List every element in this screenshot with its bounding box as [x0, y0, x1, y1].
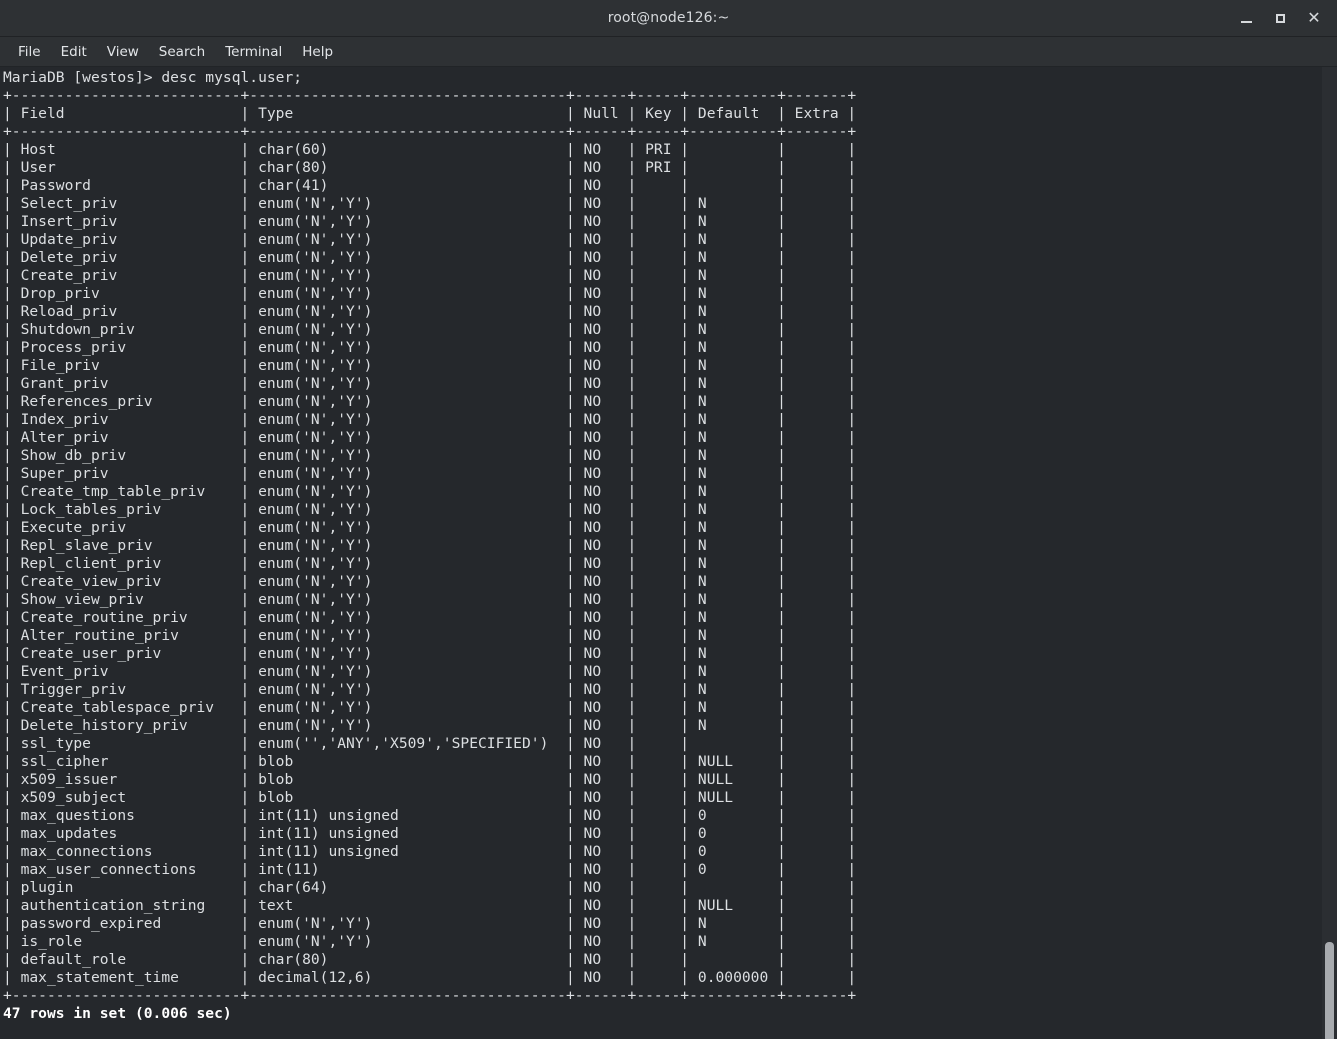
terminal-window: root@node126:~ ✕ File Edit View Search T… — [0, 0, 1337, 1039]
terminal-screen: MariaDB [westos]> desc mysql.user; +-----… — [3, 69, 1337, 1023]
table-row: | Show_view_priv | enum('N','Y') | NO | … — [3, 591, 857, 608]
menu-item-edit[interactable]: Edit — [51, 41, 97, 63]
table-row: | Create_priv | enum('N','Y') | NO | | N… — [3, 267, 857, 284]
table-row: | x509_issuer | blob | NO | | NULL | | — [3, 771, 857, 788]
menu-item-file[interactable]: File — [8, 41, 51, 63]
table-row: | Trigger_priv | enum('N','Y') | NO | | … — [3, 681, 857, 698]
table-row: | Alter_priv | enum('N','Y') | NO | | N … — [3, 429, 857, 446]
table-row: | max_questions | int(11) unsigned | NO … — [3, 807, 857, 824]
terminal-scrollbar[interactable] — [1322, 67, 1337, 1039]
table-row: | ssl_cipher | blob | NO | | NULL | | — [3, 753, 857, 770]
table-row: | ssl_type | enum('','ANY','X509','SPECI… — [3, 735, 857, 752]
table-row: | max_connections | int(11) unsigned | N… — [3, 843, 857, 860]
table-row: | Create_view_priv | enum('N','Y') | NO … — [3, 573, 857, 590]
table-row: | is_role | enum('N','Y') | NO | | N | | — [3, 933, 857, 950]
prompt-line: MariaDB [westos]> desc mysql.user; — [3, 69, 303, 86]
table-row: | File_priv | enum('N','Y') | NO | | N |… — [3, 357, 857, 374]
window-controls: ✕ — [1229, 0, 1331, 36]
table-row: | Delete_priv | enum('N','Y') | NO | | N… — [3, 249, 857, 266]
terminal-output-area[interactable]: MariaDB [westos]> desc mysql.user; +-----… — [0, 67, 1337, 1039]
table-row: | Grant_priv | enum('N','Y') | NO | | N … — [3, 375, 857, 392]
table-row: | x509_subject | blob | NO | | NULL | | — [3, 789, 857, 806]
table-border: +--------------------------+------------… — [3, 123, 857, 140]
table-row: | User | char(80) | NO | PRI | | | — [3, 159, 857, 176]
table-row: | Repl_slave_priv | enum('N','Y') | NO |… — [3, 537, 857, 554]
maximize-button[interactable] — [1263, 3, 1297, 33]
table-row: | Process_priv | enum('N','Y') | NO | | … — [3, 339, 857, 356]
table-row: | default_role | char(80) | NO | | | | — [3, 951, 857, 968]
table-row: | References_priv | enum('N','Y') | NO |… — [3, 393, 857, 410]
table-row: | Shutdown_priv | enum('N','Y') | NO | |… — [3, 321, 857, 338]
table-row: | Insert_priv | enum('N','Y') | NO | | N… — [3, 213, 857, 230]
table-row: | Lock_tables_priv | enum('N','Y') | NO … — [3, 501, 857, 518]
table-row: | plugin | char(64) | NO | | | | — [3, 879, 857, 896]
table-header-row: | Field | Type | Null | Key | Default | … — [3, 105, 857, 122]
table-border: +--------------------------+------------… — [3, 987, 857, 1004]
table-row: | Show_db_priv | enum('N','Y') | NO | | … — [3, 447, 857, 464]
table-row: | Super_priv | enum('N','Y') | NO | | N … — [3, 465, 857, 482]
table-row: | max_user_connections | int(11) | NO | … — [3, 861, 857, 878]
table-row: | Execute_priv | enum('N','Y') | NO | | … — [3, 519, 857, 536]
table-row: | Select_priv | enum('N','Y') | NO | | N… — [3, 195, 857, 212]
menu-item-search[interactable]: Search — [149, 41, 215, 63]
table-row: | Create_tablespace_priv | enum('N','Y')… — [3, 699, 857, 716]
table-row: | Reload_priv | enum('N','Y') | NO | | N… — [3, 303, 857, 320]
table-row: | Host | char(60) | NO | PRI | | | — [3, 141, 857, 158]
table-row: | Repl_client_priv | enum('N','Y') | NO … — [3, 555, 857, 572]
table-row: | Create_tmp_table_priv | enum('N','Y') … — [3, 483, 857, 500]
menu-bar: File Edit View Search Terminal Help — [0, 37, 1337, 67]
minimize-button[interactable] — [1229, 3, 1263, 33]
result-status-line: 47 rows in set (0.006 sec) — [3, 1005, 232, 1022]
scrollbar-thumb[interactable] — [1325, 942, 1334, 1039]
table-row: | Alter_routine_priv | enum('N','Y') | N… — [3, 627, 857, 644]
close-button[interactable]: ✕ — [1297, 3, 1331, 33]
table-row: | authentication_string | text | NO | | … — [3, 897, 857, 914]
menu-item-terminal[interactable]: Terminal — [215, 41, 292, 63]
close-icon: ✕ — [1307, 8, 1321, 27]
window-title: root@node126:~ — [607, 10, 730, 26]
minimize-icon — [1240, 21, 1252, 23]
table-row: | Delete_history_priv | enum('N','Y') | … — [3, 717, 857, 734]
title-bar: root@node126:~ ✕ — [0, 0, 1337, 37]
table-row: | Index_priv | enum('N','Y') | NO | | N … — [3, 411, 857, 428]
table-row: | Drop_priv | enum('N','Y') | NO | | N |… — [3, 285, 857, 302]
table-row: | Password | char(41) | NO | | | | — [3, 177, 857, 194]
table-row: | password_expired | enum('N','Y') | NO … — [3, 915, 857, 932]
menu-item-view[interactable]: View — [97, 41, 149, 63]
table-row: | max_updates | int(11) unsigned | NO | … — [3, 825, 857, 842]
menu-item-help[interactable]: Help — [292, 41, 343, 63]
table-border: +--------------------------+------------… — [3, 87, 857, 104]
table-row: | Create_user_priv | enum('N','Y') | NO … — [3, 645, 857, 662]
maximize-icon — [1275, 13, 1285, 23]
table-row: | Event_priv | enum('N','Y') | NO | | N … — [3, 663, 857, 680]
table-row: | max_statement_time | decimal(12,6) | N… — [3, 969, 857, 986]
table-row: | Update_priv | enum('N','Y') | NO | | N… — [3, 231, 857, 248]
table-row: | Create_routine_priv | enum('N','Y') | … — [3, 609, 857, 626]
